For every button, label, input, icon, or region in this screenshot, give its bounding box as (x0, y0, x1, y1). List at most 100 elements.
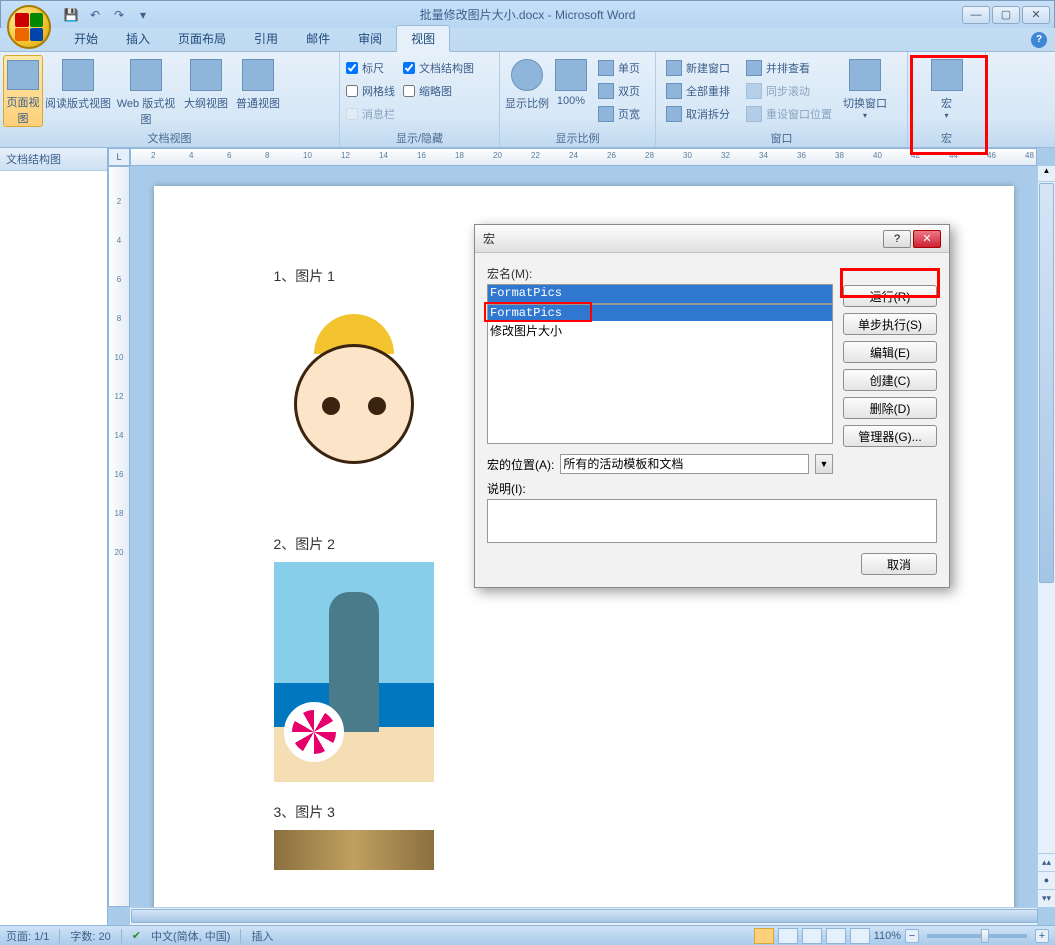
save-icon[interactable]: 💾 (61, 5, 81, 25)
scroll-thumb-v[interactable] (1039, 183, 1054, 583)
macro-location-select[interactable]: 所有的活动模板和文档 (560, 454, 809, 474)
view-web[interactable]: Web 版式视图 (113, 55, 179, 127)
help-icon[interactable]: ? (1031, 32, 1047, 48)
zoom-page-width[interactable]: 页宽 (594, 104, 644, 124)
horizontal-scrollbar[interactable] (130, 907, 1037, 925)
dialog-titlebar[interactable]: 宏 ? ✕ (475, 225, 949, 253)
qat-dropdown-icon[interactable]: ▾ (133, 5, 153, 25)
close-button[interactable]: ✕ (1022, 6, 1050, 24)
spellcheck-icon[interactable]: ✔ (132, 929, 141, 942)
side-by-side-button[interactable]: 并排查看 (742, 58, 836, 78)
office-button[interactable] (7, 5, 51, 49)
status-view-outline[interactable] (826, 928, 846, 944)
step-button[interactable]: 单步执行(S) (843, 313, 937, 335)
status-view-printlayout[interactable] (754, 928, 774, 944)
status-zoom[interactable]: 110% (874, 930, 901, 942)
zoom-in-button[interactable]: + (1035, 929, 1049, 943)
dialog-help-button[interactable]: ? (883, 230, 911, 248)
chevron-down-icon: ▾ (863, 111, 867, 120)
zoom-dialog-button[interactable]: 显示比例 (503, 55, 551, 127)
status-separator (59, 929, 60, 943)
status-mode[interactable]: 插入 (251, 928, 273, 944)
view-print-layout[interactable]: 页面视图 (3, 55, 43, 127)
ribbon: 页面视图 阅读版式视图 Web 版式视图 大纲视图 普通视图 文档视图 标尺 网… (0, 52, 1055, 148)
dropdown-arrow-icon[interactable]: ▼ (815, 454, 833, 474)
tab-references[interactable]: 引用 (240, 26, 292, 51)
macros-button[interactable]: 宏▾ (925, 55, 969, 127)
check-gridlines[interactable]: 网格线 (346, 81, 395, 101)
group-show-hide: 标尺 网格线 消息栏 文档结构图 缩略图 显示/隐藏 (340, 52, 500, 147)
zoom-one-page[interactable]: 单页 (594, 58, 644, 78)
delete-button[interactable]: 删除(D) (843, 397, 937, 419)
check-ruler[interactable]: 标尺 (346, 58, 395, 78)
create-button[interactable]: 创建(C) (843, 369, 937, 391)
image-2[interactable] (274, 562, 434, 782)
office-logo-icon (15, 13, 43, 41)
split-button[interactable]: 取消拆分 (662, 104, 734, 124)
check-thumbnails-label: 缩略图 (419, 83, 452, 99)
status-right: 110% − + (754, 928, 1049, 944)
zoom-100-button[interactable]: 100% (553, 55, 589, 127)
document-map-title: 文档结构图 (0, 148, 107, 171)
zoom-out-button[interactable]: − (905, 929, 919, 943)
new-window-label: 新建窗口 (686, 60, 730, 76)
macro-list-item[interactable]: FormatPics (488, 305, 832, 321)
scroll-thumb-h[interactable] (131, 909, 1038, 923)
tab-review[interactable]: 审阅 (344, 26, 396, 51)
status-view-draft[interactable] (850, 928, 870, 944)
tab-view[interactable]: 视图 (396, 25, 450, 52)
macro-name-input[interactable]: FormatPics (487, 284, 833, 304)
macro-desc-textarea[interactable] (487, 499, 937, 543)
macro-list-item[interactable]: 修改图片大小 (488, 321, 832, 340)
check-ruler-label: 标尺 (362, 60, 384, 76)
organizer-button[interactable]: 管理器(G)... (843, 425, 937, 447)
new-window-button[interactable]: 新建窗口 (662, 58, 734, 78)
prev-page-button[interactable]: ▴▴ (1038, 853, 1055, 871)
horizontal-ruler[interactable]: 2468101214161820222426283032343638404244… (130, 148, 1037, 166)
macro-list[interactable]: FormatPics 修改图片大小 (487, 304, 833, 444)
status-view-web[interactable] (802, 928, 822, 944)
run-button[interactable]: 运行(R) (843, 285, 937, 307)
browse-select-button[interactable]: ● (1038, 871, 1055, 889)
check-thumbnails[interactable]: 缩略图 (403, 81, 474, 101)
tab-mailings[interactable]: 邮件 (292, 26, 344, 51)
window-buttons: — ▢ ✕ (960, 6, 1050, 24)
zoom-slider[interactable] (927, 934, 1027, 938)
check-msgbar[interactable]: 消息栏 (346, 104, 395, 124)
status-page[interactable]: 页面: 1/1 (6, 928, 49, 944)
scroll-up-icon[interactable]: ▲ (1038, 166, 1055, 182)
undo-icon[interactable]: ↶ (85, 5, 105, 25)
switch-window-label: 切换窗口 (843, 95, 887, 111)
paragraph-3[interactable]: 3、图片 3 (274, 802, 894, 822)
switch-window-button[interactable]: 切换窗口▾ (841, 55, 889, 127)
vertical-ruler[interactable]: 2468101214161820 (108, 166, 130, 907)
zoom-two-page[interactable]: 双页 (594, 81, 644, 101)
status-words[interactable]: 字数: 20 (70, 928, 110, 944)
view-reading[interactable]: 阅读版式视图 (45, 55, 111, 127)
tab-pagelayout[interactable]: 页面布局 (164, 26, 240, 51)
view-outline[interactable]: 大纲视图 (181, 55, 231, 127)
tab-home[interactable]: 开始 (60, 26, 112, 51)
redo-icon[interactable]: ↷ (109, 5, 129, 25)
check-docmap[interactable]: 文档结构图 (403, 58, 474, 78)
pagewidth-icon (598, 106, 614, 122)
cancel-button[interactable]: 取消 (861, 553, 937, 575)
minimize-button[interactable]: — (962, 6, 990, 24)
dialog-close-button[interactable]: ✕ (913, 230, 941, 248)
vertical-scrollbar[interactable]: ▲ (1037, 166, 1055, 889)
image-3[interactable] (274, 830, 434, 870)
tab-insert[interactable]: 插入 (112, 26, 164, 51)
dialog-title: 宏 (483, 230, 881, 247)
edit-button[interactable]: 编辑(E) (843, 341, 937, 363)
ruler-corner[interactable]: L (108, 148, 130, 166)
document-map-pane[interactable]: 文档结构图 (0, 148, 108, 925)
arrange-all-button[interactable]: 全部重排 (662, 81, 734, 101)
view-web-label: Web 版式视图 (113, 95, 179, 127)
status-view-reading[interactable] (778, 928, 798, 944)
zoom-slider-thumb[interactable] (981, 929, 989, 943)
maximize-button[interactable]: ▢ (992, 6, 1020, 24)
status-language[interactable]: 中文(简体, 中国) (151, 928, 230, 944)
view-normal[interactable]: 普通视图 (233, 55, 283, 127)
next-page-button[interactable]: ▾▾ (1038, 889, 1055, 907)
image-1[interactable] (274, 294, 434, 514)
